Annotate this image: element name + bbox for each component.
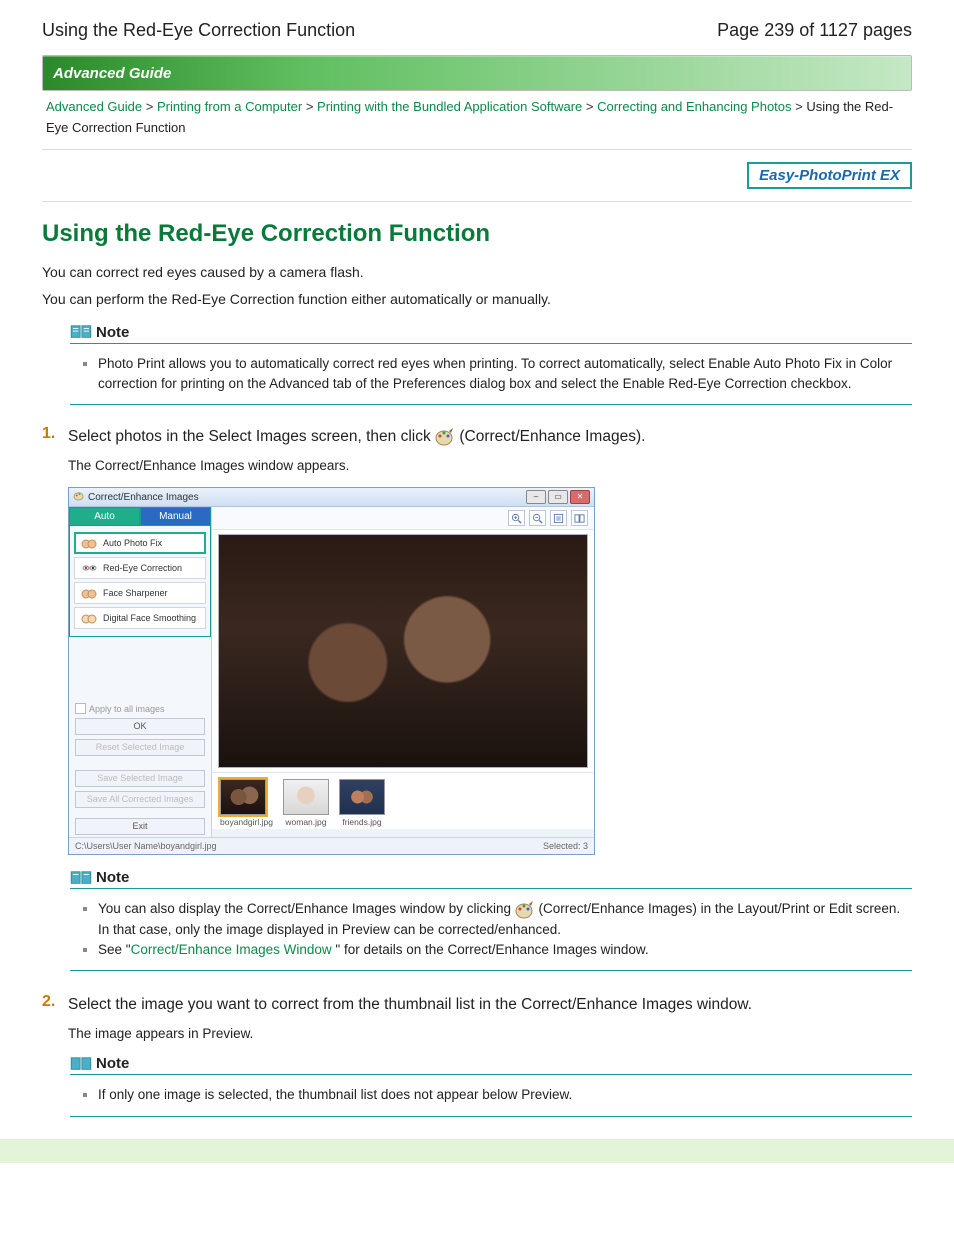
tab-auto[interactable]: Auto xyxy=(69,507,140,526)
step-1-subtext: The Correct/Enhance Images window appear… xyxy=(68,458,912,473)
face-sparkle-icon xyxy=(79,536,99,550)
option-red-eye[interactable]: Red-Eye Correction xyxy=(74,557,206,579)
page-title: Using the Red-Eye Correction Function xyxy=(42,20,355,41)
two-faces-icon xyxy=(79,586,99,600)
note-2-text-a: You can also display the Correct/Enhance… xyxy=(98,901,900,936)
note-book-icon xyxy=(70,1056,92,1072)
step-2-subtext: The image appears in Preview. xyxy=(68,1026,912,1041)
note-label: Note xyxy=(96,869,129,886)
crumb-advanced-guide[interactable]: Advanced Guide xyxy=(46,99,142,114)
status-path: C:\Users\User Name\boyandgirl.jpg xyxy=(75,841,217,851)
option-auto-photo-fix[interactable]: Auto Photo Fix xyxy=(74,532,206,554)
fit-window-icon[interactable] xyxy=(550,510,567,526)
note-box-3: Note If only one image is selected, the … xyxy=(70,1055,912,1116)
intro-text-1: You can correct red eyes caused by a cam… xyxy=(42,262,912,283)
status-selected: Selected: 3 xyxy=(543,841,588,851)
note-label: Note xyxy=(96,1055,129,1072)
close-button[interactable]: ✕ xyxy=(570,490,590,504)
note-2-text-b: See "Correct/Enhance Images Window " for… xyxy=(98,942,649,957)
palette-small-icon xyxy=(73,490,84,504)
option-face-sharpener[interactable]: Face Sharpener xyxy=(74,582,206,604)
reset-button[interactable]: Reset Selected Image xyxy=(75,739,205,756)
note-label: Note xyxy=(96,324,129,341)
maximize-button[interactable]: ▭ xyxy=(548,490,568,504)
preview-area xyxy=(218,534,588,768)
compare-icon[interactable] xyxy=(571,510,588,526)
link-correct-enhance-window[interactable]: Correct/Enhance Images Window xyxy=(131,942,332,957)
thumbnail-1[interactable]: boyandgirl.jpg xyxy=(220,779,273,827)
note-3-text: If only one image is selected, the thumb… xyxy=(98,1087,572,1102)
tab-manual[interactable]: Manual xyxy=(140,507,211,526)
note-box-1: Note Photo Print allows you to automatic… xyxy=(70,324,912,406)
step-1-text: Select photos in the Select Images scree… xyxy=(68,425,645,448)
advanced-guide-bar: Advanced Guide xyxy=(42,55,912,91)
ok-button[interactable]: OK xyxy=(75,718,205,735)
smooth-face-icon xyxy=(79,611,99,625)
step-number-2: 2. xyxy=(42,993,68,1011)
note-box-2: Note You can also display the Correct/En… xyxy=(70,869,912,971)
save-selected-button[interactable]: Save Selected Image xyxy=(75,770,205,787)
step-number-1: 1. xyxy=(42,425,68,443)
crumb-correcting-photos[interactable]: Correcting and Enhancing Photos xyxy=(597,99,791,114)
zoom-out-icon[interactable] xyxy=(529,510,546,526)
footer-bar xyxy=(0,1139,954,1163)
minimize-button[interactable]: – xyxy=(526,490,546,504)
note-1-text: Photo Print allows you to automatically … xyxy=(98,356,892,391)
zoom-in-icon[interactable] xyxy=(508,510,525,526)
palette-icon xyxy=(435,428,455,446)
crumb-bundled-software[interactable]: Printing with the Bundled Application So… xyxy=(317,99,582,114)
app-window: Correct/Enhance Images – ▭ ✕ Auto Manual xyxy=(68,487,595,855)
thumbnail-2[interactable]: woman.jpg xyxy=(283,779,329,827)
section-heading: Using the Red-Eye Correction Function xyxy=(42,220,912,248)
thumbnail-3[interactable]: friends.jpg xyxy=(339,779,385,827)
product-badge: Easy-PhotoPrint EX xyxy=(747,162,912,189)
red-eye-icon xyxy=(79,561,99,575)
step-2-text: Select the image you want to correct fro… xyxy=(68,993,752,1016)
crumb-printing-computer[interactable]: Printing from a Computer xyxy=(157,99,302,114)
intro-text-2: You can perform the Red-Eye Correction f… xyxy=(42,289,912,310)
note-book-icon xyxy=(70,870,92,886)
option-face-smoothing[interactable]: Digital Face Smoothing xyxy=(74,607,206,629)
apply-all-checkbox[interactable]: Apply to all images xyxy=(69,701,211,716)
note-book-icon xyxy=(70,324,92,340)
window-title: Correct/Enhance Images xyxy=(88,492,526,503)
exit-button[interactable]: Exit xyxy=(75,818,205,835)
breadcrumb: Advanced Guide > Printing from a Compute… xyxy=(46,97,908,139)
palette-icon xyxy=(515,901,535,919)
page-indicator: Page 239 of 1127 pages xyxy=(717,20,912,41)
save-all-button[interactable]: Save All Corrected Images xyxy=(75,791,205,808)
